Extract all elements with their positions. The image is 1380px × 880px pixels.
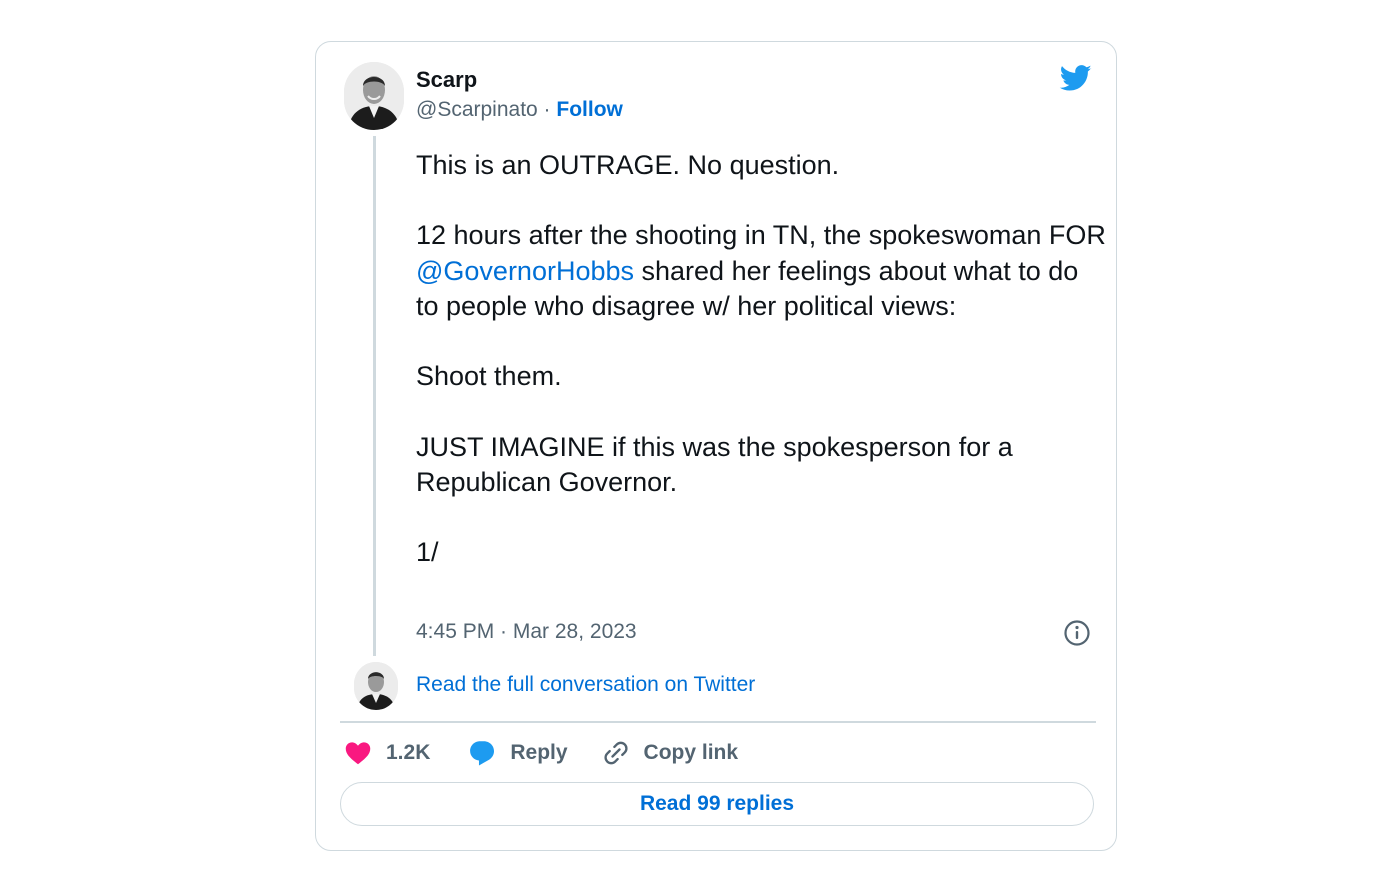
link-icon xyxy=(603,741,628,765)
reply-button[interactable]: Reply xyxy=(468,739,568,767)
tweet-paragraph-2-start: 12 hours after the shooting in TN, the s… xyxy=(416,220,1114,251)
copy-link-label: Copy link xyxy=(643,741,739,764)
reply-label: Reply xyxy=(510,741,568,764)
read-full-conversation-link[interactable]: Read the full conversation on Twitter xyxy=(416,673,755,697)
tweet-body: This is an OUTRAGE. No question. 12 hour… xyxy=(416,148,1106,570)
tweet-embed-card: Scarp @Scarpinato · Follow This is an OU… xyxy=(315,41,1117,851)
heart-icon xyxy=(345,742,371,765)
tweet-line-5: 1/ xyxy=(416,537,439,568)
action-bar: 1.2K Reply Copy link xyxy=(344,736,738,770)
tweet-line-3: Shoot them. xyxy=(416,361,562,392)
read-replies-button[interactable]: Read 99 replies xyxy=(340,782,1094,826)
tweet-timestamp[interactable]: 4:45 PM · Mar 28, 2023 xyxy=(416,620,637,644)
author-avatar[interactable] xyxy=(344,62,404,130)
copy-link-button[interactable]: Copy link xyxy=(602,739,739,767)
follow-button[interactable]: Follow xyxy=(556,98,623,121)
author-handle-row: @Scarpinato · Follow xyxy=(416,98,623,122)
like-count: 1.2K xyxy=(386,741,431,764)
divider xyxy=(340,721,1096,723)
thread-line xyxy=(373,136,376,656)
like-button[interactable]: 1.2K xyxy=(344,739,430,767)
mention-link[interactable]: @GovernorHobbs xyxy=(416,256,634,286)
twitter-bird-icon[interactable] xyxy=(1058,62,1094,94)
info-icon[interactable] xyxy=(1063,619,1091,647)
author-handle[interactable]: @Scarpinato xyxy=(416,98,538,121)
tweet-line-4: JUST IMAGINE if this was the spokesperso… xyxy=(416,431,1021,497)
tweet-line-1: This is an OUTRAGE. No question. xyxy=(416,150,840,180)
handle-separator: · xyxy=(537,98,557,121)
author-name[interactable]: Scarp xyxy=(416,67,477,93)
conversation-avatar[interactable] xyxy=(354,662,398,710)
reply-bubble-icon xyxy=(470,741,495,766)
